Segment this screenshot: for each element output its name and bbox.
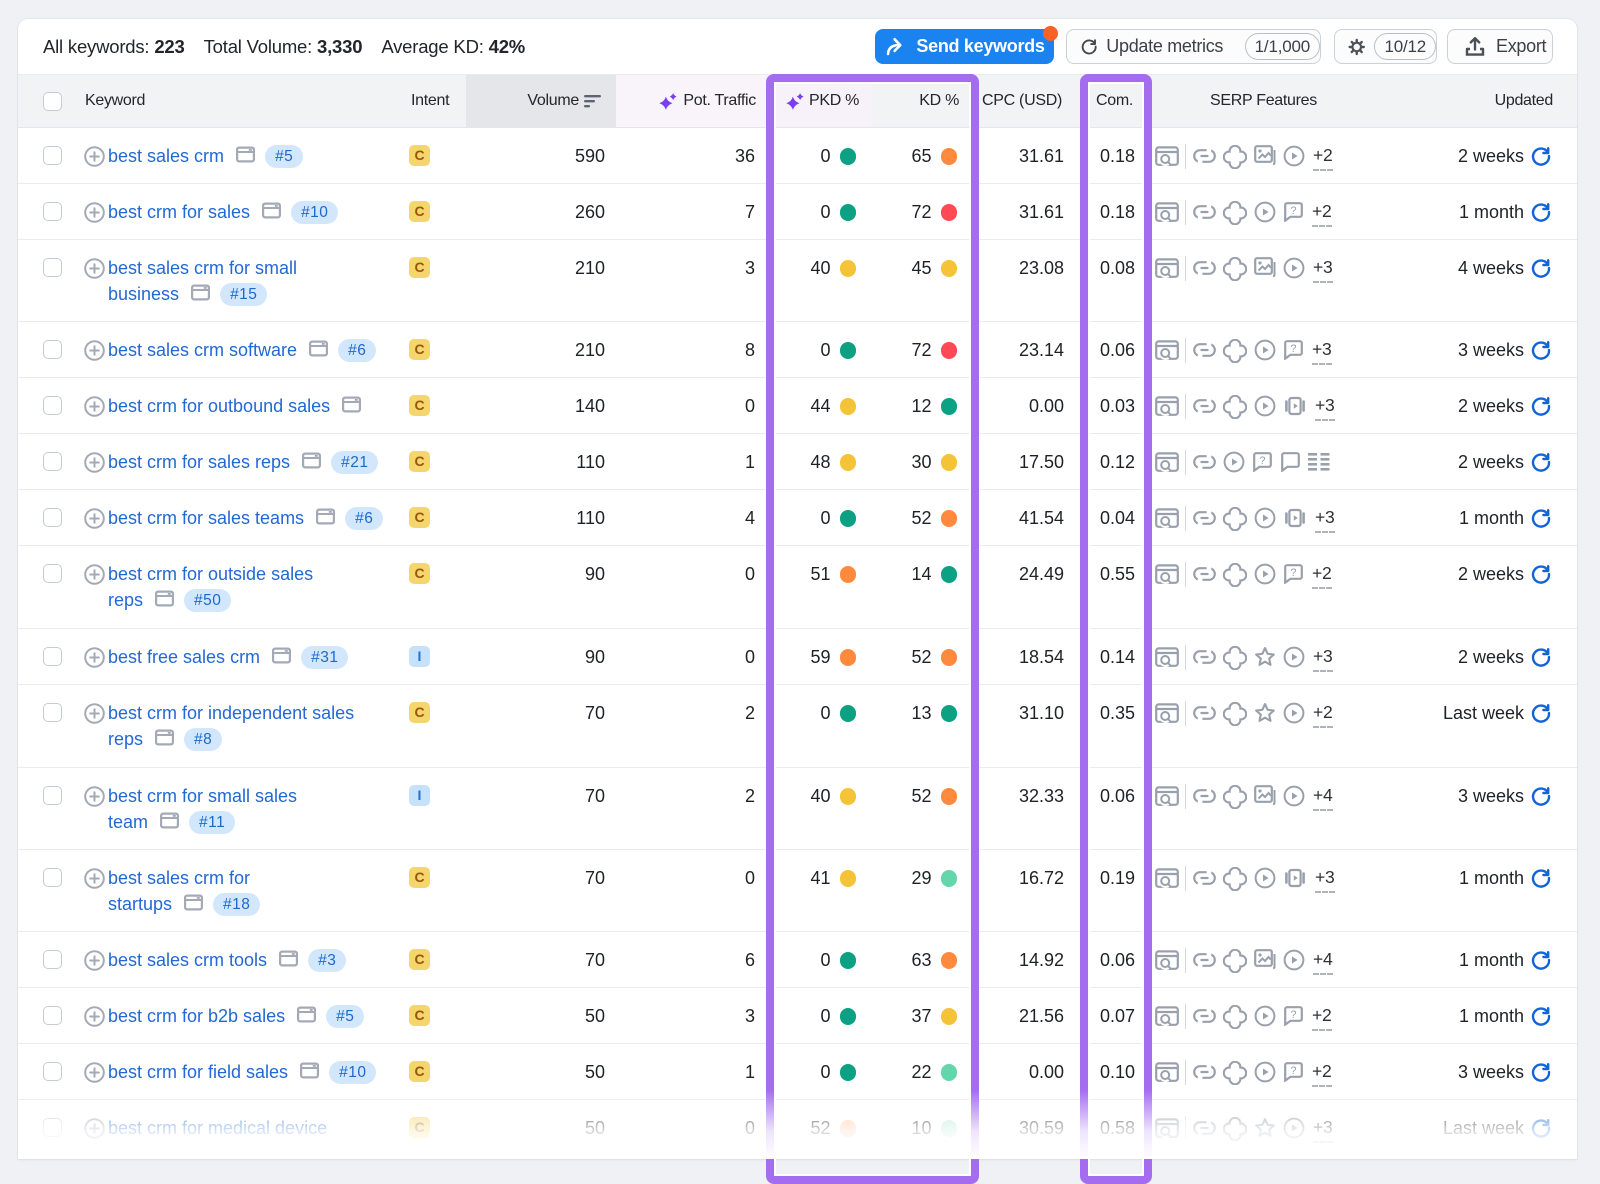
svg-text:?: ? [1290,205,1296,217]
svg-text:?: ? [1290,1009,1296,1021]
svg-text:?: ? [1290,567,1296,579]
svg-text:?: ? [1290,1065,1296,1077]
svg-text:?: ? [1259,455,1265,467]
svg-text:?: ? [1290,343,1296,355]
